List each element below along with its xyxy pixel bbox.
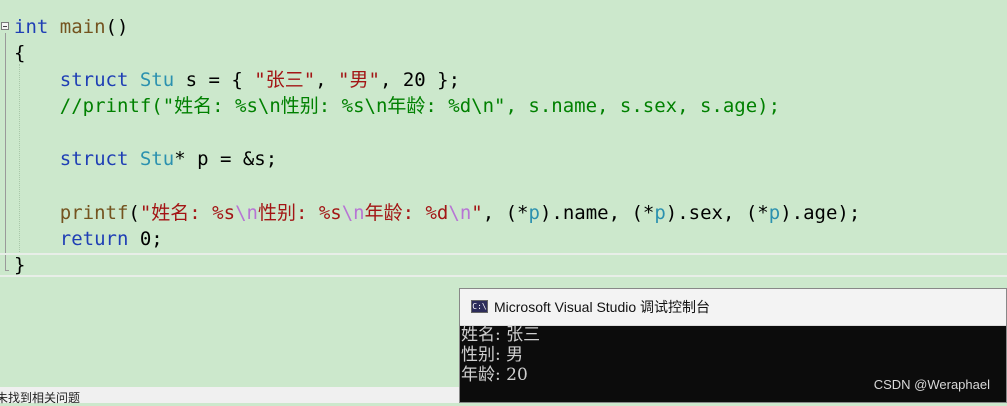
token-keyword: int — [14, 16, 49, 38]
token-type: Stu — [139, 148, 175, 170]
token-brace: } — [14, 254, 26, 276]
csdn-watermark: CSDN @Weraphael — [873, 377, 990, 392]
token-keyword: struct — [59, 69, 129, 91]
token-code: , — [315, 69, 339, 91]
token-code: ).name, (* — [539, 202, 655, 224]
token-string: " — [471, 202, 483, 224]
token-variable: p — [654, 202, 666, 224]
code-line-3[interactable]: struct Stu s = { "张三", "男", 20 }; — [14, 67, 460, 93]
token-escape: \n — [341, 202, 365, 224]
debug-console-window[interactable]: C:\ Microsoft Visual Studio 调试控制台 姓名: 张三… — [459, 288, 1007, 403]
collapse-toggle-icon[interactable] — [1, 22, 9, 30]
token-code: , 20 }; — [379, 69, 461, 91]
error-status-bar: 未找到相关问题 — [0, 387, 459, 405]
token-function: main — [59, 16, 106, 38]
console-output-area[interactable]: 姓名: 张三 性别: 男 年龄: 20 CSDN @Weraphael — [460, 325, 1006, 402]
token-keyword: return — [59, 228, 129, 250]
code-line-6[interactable]: struct Stu* p = &s; — [14, 146, 277, 172]
code-line-8[interactable]: printf("姓名: %s\n性别: %s\n年龄: %d\n", (*p).… — [14, 200, 861, 226]
token-escape: \n — [235, 202, 258, 224]
fold-guide — [5, 33, 6, 271]
console-output-line: 年龄: 20 — [461, 365, 528, 385]
token-type: Stu — [139, 69, 175, 91]
token-variable: p — [528, 202, 540, 224]
token-code: ).sex, (* — [665, 202, 769, 224]
token-code: 0; — [128, 228, 163, 250]
code-line-1[interactable]: int main() — [14, 14, 128, 40]
code-line-9[interactable]: return 0; — [14, 226, 163, 252]
console-output-line: 性别: 男 — [461, 345, 524, 365]
token-function: printf — [59, 202, 129, 224]
current-line-highlight — [0, 253, 1007, 277]
token-string: "男" — [338, 69, 380, 91]
code-line-2[interactable]: { — [14, 40, 25, 66]
token-variable: p — [768, 202, 781, 224]
token-string: "姓名: %s — [139, 202, 236, 224]
token-comment: //printf("姓名: %s\n性别: %s\n年龄: %d\n", s.n… — [59, 95, 781, 117]
token-code: ).age); — [780, 202, 861, 224]
token-code: * p = &s; — [174, 148, 278, 170]
code-line-10[interactable]: } — [14, 252, 25, 278]
console-titlebar[interactable]: C:\ Microsoft Visual Studio 调试控制台 — [460, 289, 1006, 326]
token-keyword: struct — [59, 148, 129, 170]
token-brace: { — [14, 42, 26, 64]
token-string: 性别: %s — [257, 202, 342, 224]
token-string: "张三" — [254, 69, 316, 91]
status-message: 未找到相关问题 — [0, 391, 81, 405]
token-punct: ( — [128, 202, 140, 224]
code-editor[interactable]: int main() { struct Stu s = { "张三", "男",… — [0, 0, 1007, 282]
console-output-line: 姓名: 张三 — [461, 325, 541, 345]
console-title: Microsoft Visual Studio 调试控制台 — [494, 299, 711, 315]
console-app-icon: C:\ — [471, 300, 488, 313]
token-escape: \n — [448, 202, 472, 224]
code-line-4[interactable]: //printf("姓名: %s\n性别: %s\n年龄: %d\n", s.n… — [14, 93, 780, 119]
token-string: 年龄: %d — [364, 202, 449, 224]
token-code: , (* — [482, 202, 529, 224]
token-punct: () — [105, 16, 129, 38]
token-code: s = { — [174, 69, 255, 91]
